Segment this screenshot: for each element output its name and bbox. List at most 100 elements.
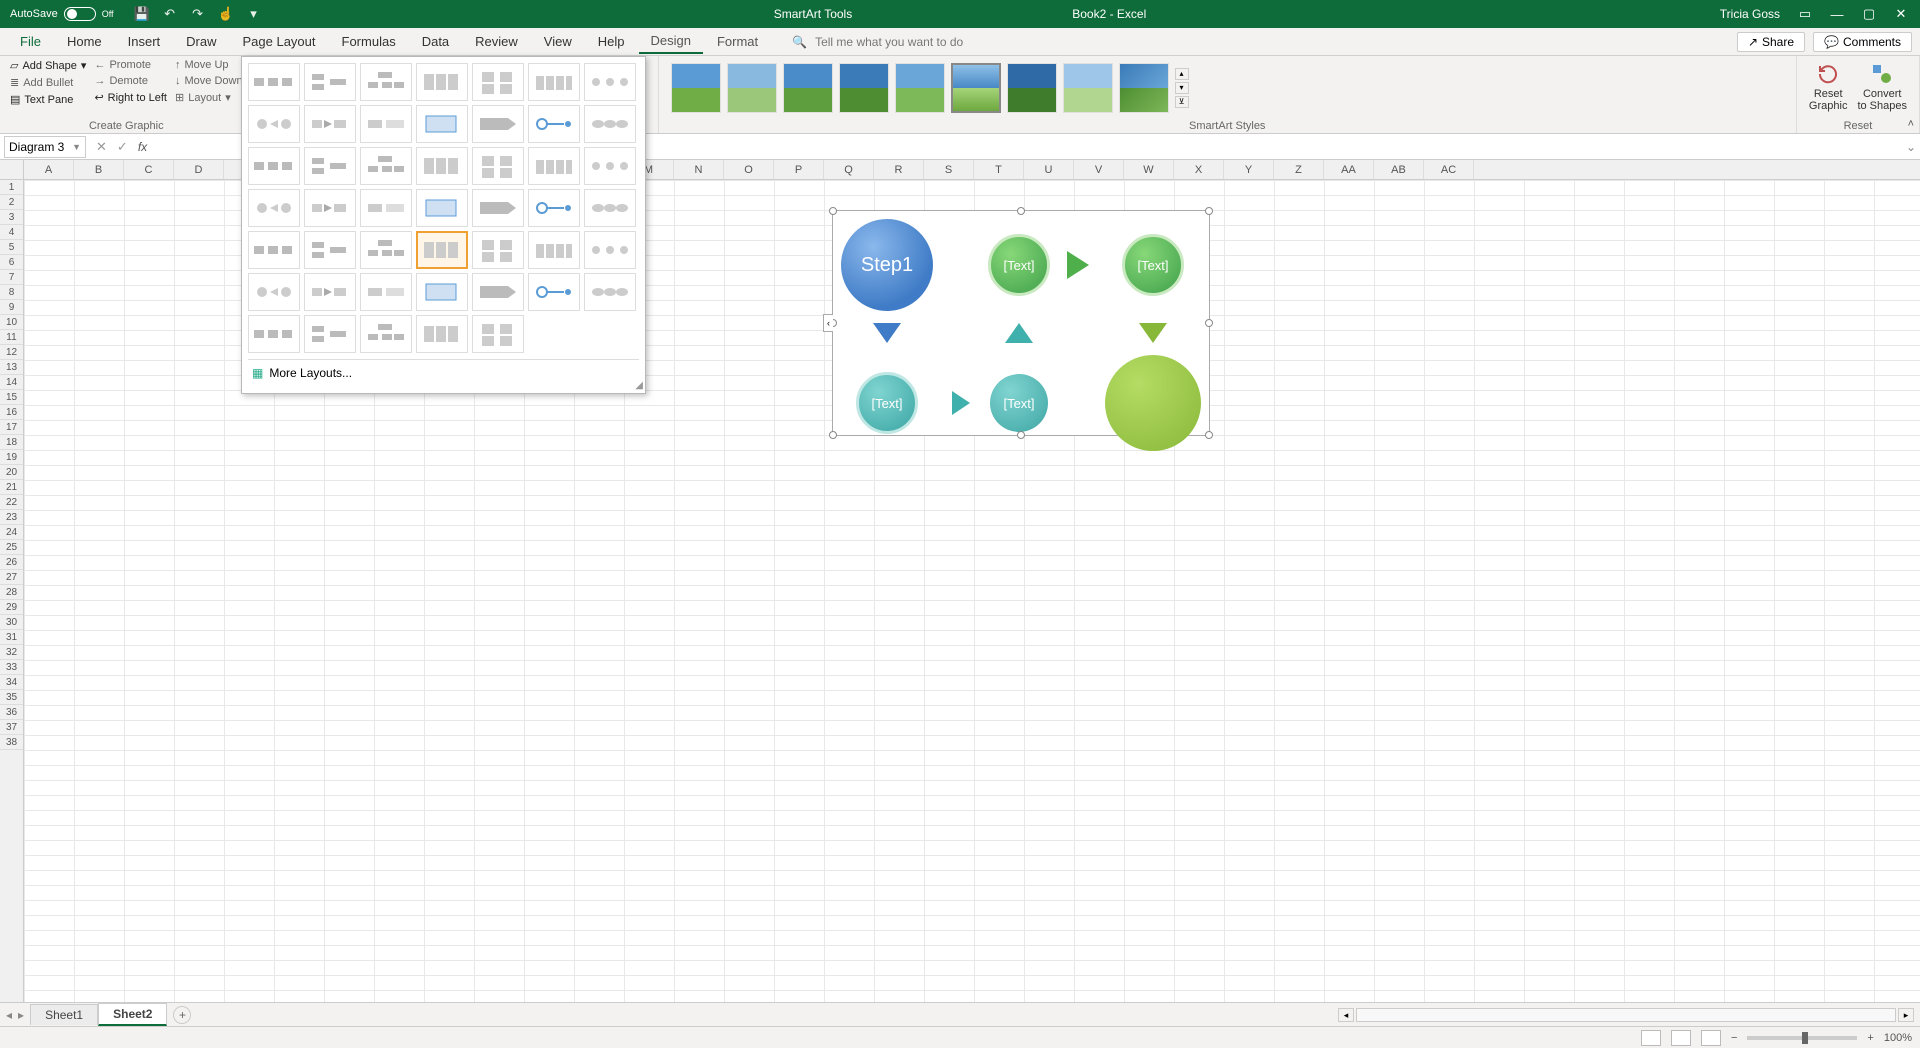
column-header[interactable]: AC [1424, 160, 1474, 179]
row-header[interactable]: 10 [0, 315, 23, 330]
layout-thumb[interactable] [528, 231, 580, 269]
layout-thumb[interactable] [248, 189, 300, 227]
select-all-corner[interactable] [0, 160, 24, 179]
smartart-node-step1[interactable]: Step1 [841, 219, 933, 311]
style-thumb-5[interactable] [895, 63, 945, 113]
row-header[interactable]: 12 [0, 345, 23, 360]
column-header[interactable]: W [1124, 160, 1174, 179]
row-header[interactable]: 29 [0, 600, 23, 615]
layout-thumb[interactable] [584, 273, 636, 311]
add-bullet-button[interactable]: ≣Add Bullet [8, 75, 88, 90]
style-thumb-1[interactable] [671, 63, 721, 113]
accept-formula-icon[interactable]: ✓ [117, 139, 128, 155]
row-header[interactable]: 13 [0, 360, 23, 375]
demote-button[interactable]: →Demote [92, 74, 169, 88]
tab-format[interactable]: Format [705, 30, 770, 53]
column-header[interactable]: P [774, 160, 824, 179]
styles-more-button[interactable]: ⊻ [1175, 96, 1189, 108]
zoom-in-icon[interactable]: + [1867, 1032, 1873, 1044]
zoom-level[interactable]: 100% [1884, 1032, 1912, 1044]
add-sheet-button[interactable]: + [173, 1006, 191, 1024]
column-header[interactable]: X [1174, 160, 1224, 179]
layout-thumb[interactable] [416, 105, 468, 143]
text-pane-button[interactable]: ▤Text Pane [8, 92, 88, 107]
row-header[interactable]: 24 [0, 525, 23, 540]
smartart-node-5[interactable]: [Text] [990, 374, 1048, 432]
save-icon[interactable]: 💾 [134, 6, 150, 22]
column-header[interactable]: C [124, 160, 174, 179]
tab-page-layout[interactable]: Page Layout [231, 30, 328, 53]
layout-thumb[interactable] [472, 189, 524, 227]
layout-thumb[interactable] [360, 315, 412, 353]
layout-thumb[interactable] [528, 147, 580, 185]
style-thumb-3[interactable] [783, 63, 833, 113]
tab-help[interactable]: Help [586, 30, 637, 53]
touch-mode-icon[interactable]: ☝ [218, 6, 234, 22]
row-header[interactable]: 34 [0, 675, 23, 690]
row-header[interactable]: 22 [0, 495, 23, 510]
row-header[interactable]: 7 [0, 270, 23, 285]
resize-handle[interactable] [829, 431, 837, 439]
layout-thumb[interactable] [528, 105, 580, 143]
layout-thumb[interactable] [472, 315, 524, 353]
tab-formulas[interactable]: Formulas [330, 30, 408, 53]
layout-thumb[interactable] [360, 273, 412, 311]
normal-view-icon[interactable] [1641, 1030, 1661, 1046]
page-break-view-icon[interactable] [1701, 1030, 1721, 1046]
cancel-formula-icon[interactable]: ✕ [96, 139, 107, 155]
tab-draw[interactable]: Draw [174, 30, 228, 53]
layout-thumb[interactable] [472, 147, 524, 185]
tab-view[interactable]: View [532, 30, 584, 53]
row-header[interactable]: 36 [0, 705, 23, 720]
row-header[interactable]: 17 [0, 420, 23, 435]
layout-thumb[interactable] [360, 147, 412, 185]
row-header[interactable]: 21 [0, 480, 23, 495]
resize-handle[interactable] [1205, 319, 1213, 327]
move-down-button[interactable]: ↓Move Down [173, 74, 245, 88]
resize-handle[interactable] [829, 207, 837, 215]
row-header[interactable]: 6 [0, 255, 23, 270]
fx-icon[interactable]: fx [138, 140, 153, 154]
row-header[interactable]: 23 [0, 510, 23, 525]
column-header[interactable]: U [1024, 160, 1074, 179]
column-header[interactable]: S [924, 160, 974, 179]
row-header[interactable]: 32 [0, 645, 23, 660]
column-header[interactable]: O [724, 160, 774, 179]
row-header[interactable]: 3 [0, 210, 23, 225]
add-shape-button[interactable]: ▱Add Shape ▾ [8, 58, 88, 73]
expand-formula-bar-icon[interactable]: ⌄ [1902, 140, 1920, 154]
tab-insert[interactable]: Insert [116, 30, 173, 53]
layout-thumb[interactable] [360, 189, 412, 227]
layout-thumb[interactable] [360, 105, 412, 143]
row-header[interactable]: 16 [0, 405, 23, 420]
layout-thumb[interactable] [584, 189, 636, 227]
ribbon-display-icon[interactable]: ▭ [1798, 7, 1812, 21]
style-thumb-4[interactable] [839, 63, 889, 113]
style-thumb-9[interactable] [1119, 63, 1169, 113]
resize-handle[interactable] [1017, 207, 1025, 215]
resize-handle[interactable] [1205, 207, 1213, 215]
layout-thumb[interactable] [472, 105, 524, 143]
redo-icon[interactable]: ↷ [190, 6, 206, 22]
text-pane-expand-tab[interactable]: ‹ [823, 314, 833, 332]
column-header[interactable]: Q [824, 160, 874, 179]
layout-thumb[interactable] [248, 105, 300, 143]
style-thumb-8[interactable] [1063, 63, 1113, 113]
row-header[interactable]: 20 [0, 465, 23, 480]
panel-resize-icon[interactable]: ◢ [635, 380, 643, 391]
name-box[interactable]: Diagram 3 ▼ [4, 136, 86, 158]
style-thumb-2[interactable] [727, 63, 777, 113]
layout-thumb[interactable] [360, 63, 412, 101]
page-layout-view-icon[interactable] [1671, 1030, 1691, 1046]
hscroll-right-icon[interactable]: ▸ [1898, 1008, 1914, 1022]
smartart-node-2[interactable]: [Text] [988, 234, 1050, 296]
layout-thumb[interactable] [528, 273, 580, 311]
tab-design[interactable]: Design [639, 29, 703, 54]
layout-thumb[interactable] [584, 147, 636, 185]
column-header[interactable]: B [74, 160, 124, 179]
reset-graphic-button[interactable]: Reset Graphic [1809, 62, 1848, 114]
row-header[interactable]: 4 [0, 225, 23, 240]
layout-thumb[interactable] [248, 147, 300, 185]
row-header[interactable]: 35 [0, 690, 23, 705]
row-header[interactable]: 38 [0, 735, 23, 750]
